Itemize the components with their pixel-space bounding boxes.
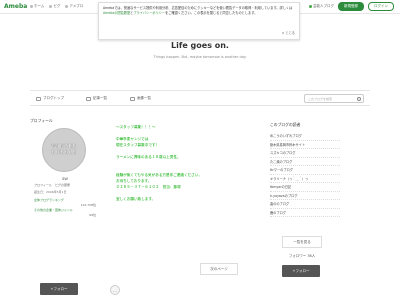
avatar[interactable]: WINTER BUBBLE: [42, 128, 86, 172]
profile-link[interactable]: プロフィール: [34, 183, 52, 187]
blog-search-input[interactable]: このブログを検索: [304, 94, 364, 103]
nav-ameblo[interactable]: アメブロ: [65, 4, 83, 9]
rank-genre-value: 99位: [89, 213, 96, 217]
browsing-history-link[interactable]: Amebaの閲覧履歴: [103, 11, 130, 15]
list-item[interactable]: キラリーナ（っ＾＿＾）っ: [270, 175, 340, 183]
article-list-icon: [86, 96, 91, 101]
privacy-policy-link[interactable]: プライバシーポリシー: [133, 11, 165, 15]
notice-close-button[interactable]: × とじる: [282, 31, 295, 36]
more-options-button[interactable]: …: [110, 285, 120, 295]
list-item[interactable]: h-yayavaのブログ: [270, 192, 340, 200]
celebrity-blog-link[interactable]: 芸能人ブログ: [309, 4, 334, 9]
profile-birthday: 誕生日：2006年5月1日: [34, 190, 67, 194]
nav-image-list[interactable]: 画像一覧: [130, 96, 151, 101]
pigg-icon: [49, 5, 53, 8]
profile-name[interactable]: SW: [30, 177, 100, 181]
ranking-list: 全体ブログランキング 112,728位 その他の企業・団体ジャンル 99位: [34, 198, 96, 218]
readers-list: めこうのいずれブログ 栃木県真岡市鈴木サイト スズキコのブログ たこ焼のブログ …: [270, 132, 340, 217]
blog-nav: ブログトップ 記事一覧 画像一覧 このブログを検索: [30, 90, 370, 106]
next-page-button[interactable]: 次のページ: [200, 263, 238, 275]
follow-button-sidebar[interactable]: +フォロー: [282, 265, 320, 277]
celebrity-blog-label: 芸能人ブログ: [313, 4, 334, 8]
see-all-readers-button[interactable]: 一覧を見る: [282, 236, 322, 248]
profile-title: プロフィール: [30, 118, 53, 123]
notice-text-2: をご確認ください。この表示を閉じると同意したものとします。: [165, 11, 258, 15]
rank-overall-label: 全体ブログランキング: [34, 198, 64, 202]
top-nav: ホーム ピグ アメブロ: [30, 4, 83, 9]
list-item[interactable]: スズキコのブログ: [270, 149, 340, 158]
list-item[interactable]: tbmyarの日記: [270, 183, 340, 192]
notice-text-1: Amebaでは、快適なサービス提供や利用分析、広告配信のためにクッキーなどを使い…: [103, 6, 293, 10]
profile-section: プロフィール WINTER BUBBLE SW プロフィール ピグの部屋 誕生日…: [30, 118, 120, 295]
notice-close-label: とじる: [285, 31, 295, 35]
nav-pigg-label: ピグ: [53, 4, 61, 8]
list-item[interactable]: 栃木県真岡市鈴木サイト: [270, 141, 340, 149]
top-right-actions: 芸能人ブログ 新規登録 ログイン: [309, 2, 394, 11]
image-list-icon: [130, 96, 135, 101]
readers-title: このブログの読者: [270, 122, 301, 127]
blog-title[interactable]: Life goes on.: [0, 41, 400, 50]
rank-genre-label: その他の企業・団体ジャンル: [34, 208, 73, 212]
cookie-notice: Amebaでは、快適なサービス提供や利用分析、広告配信のためにクッキーなどを使い…: [98, 2, 300, 40]
search-placeholder: このブログを検索: [308, 97, 333, 101]
rank-overall[interactable]: 全体ブログランキング 112,728位: [34, 198, 96, 208]
nav-home[interactable]: ホーム: [30, 4, 44, 9]
nav-article-list[interactable]: 記事一覧: [86, 96, 107, 101]
follow-button[interactable]: +フォロー: [40, 283, 78, 295]
celebrity-icon: [309, 5, 312, 8]
search-icon[interactable]: [357, 97, 361, 101]
image-list-label: 画像一覧: [137, 96, 151, 100]
rank-genre[interactable]: その他の企業・団体ジャンル 99位: [34, 208, 96, 218]
ameba-logo[interactable]: Ameba: [4, 3, 27, 10]
blog-subtitle: Things happen. But, maybe tomorrow is an…: [153, 55, 247, 59]
login-button[interactable]: ログイン: [368, 2, 394, 11]
readers-sidebar: このブログの読者 めこうのいずれブログ 栃木県真岡市鈴木サイト スズキコのブログ…: [270, 122, 340, 277]
nav-ameblo-label: アメブロ: [69, 4, 84, 8]
list-item[interactable]: 曲ののブログ: [270, 200, 340, 209]
list-item[interactable]: ttrマーのブログ: [270, 166, 340, 175]
list-item[interactable]: 鹿のブログ: [270, 209, 340, 217]
home-icon: [30, 5, 33, 8]
profile-links: プロフィール ピグの部屋: [34, 183, 70, 187]
nav-home-label: ホーム: [34, 4, 45, 8]
article-body: ～スタッフ募集！！！～ 中華亭麦ヤンジでは 現在スタッフ募集中です！ ラーメンに…: [116, 124, 256, 202]
avatar-text: WINTER BUBBLE: [51, 144, 77, 156]
blog-top-icon: [36, 96, 41, 101]
nav-pigg[interactable]: ピグ: [49, 4, 60, 9]
article-line: 宜しくお願い致します。: [116, 197, 156, 201]
list-item[interactable]: めこうのいずれブログ: [270, 132, 340, 141]
article-list-label: 記事一覧: [93, 96, 107, 100]
pigg-room-link[interactable]: ピグの部屋: [55, 183, 70, 187]
nav-blog-top[interactable]: ブログトップ: [36, 96, 64, 101]
ameblo-icon: [65, 5, 69, 8]
register-button[interactable]: 新規登録: [338, 2, 364, 11]
followers-count[interactable]: フォロワー 36人: [270, 254, 334, 259]
blog-top-label: ブログトップ: [43, 96, 64, 100]
list-item[interactable]: たこ焼のブログ: [270, 158, 340, 166]
